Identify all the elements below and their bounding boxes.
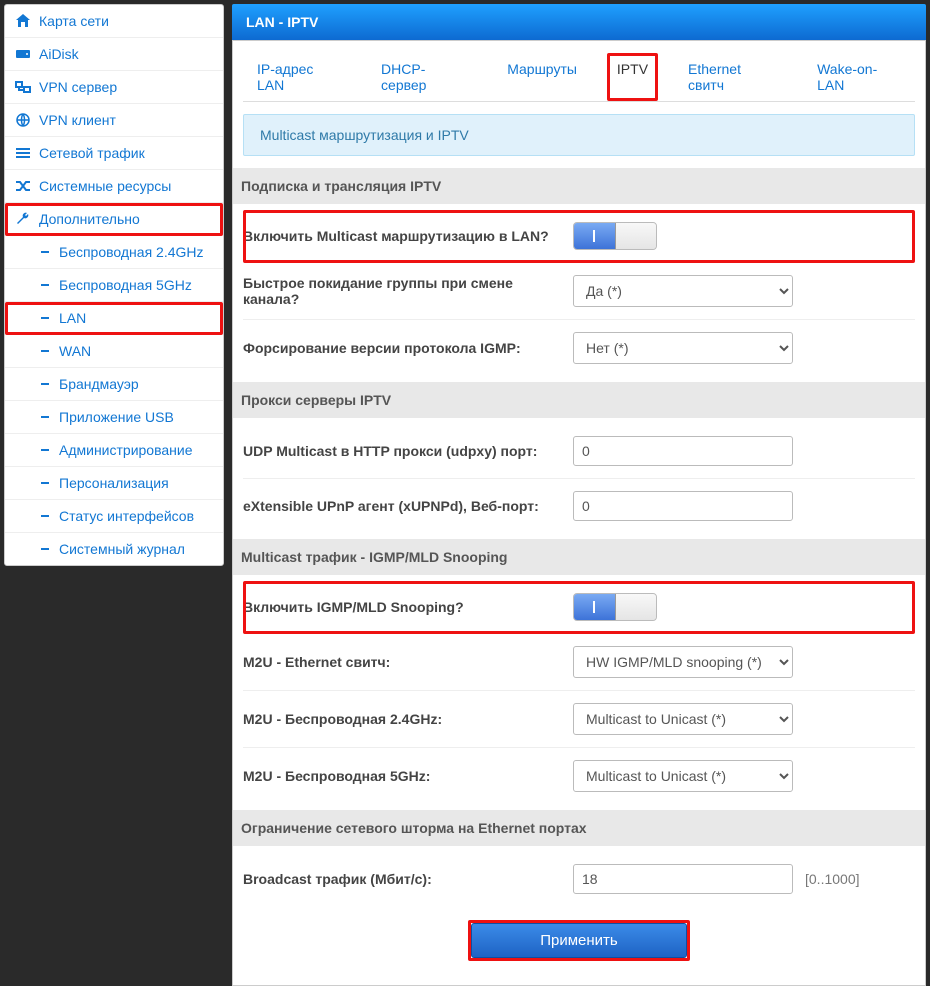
- sidebar-item-firewall[interactable]: Брандмауэр: [5, 368, 223, 401]
- label-fast-leave: Быстрое покидание группы при смене канал…: [243, 275, 573, 307]
- tab-dhcp[interactable]: DHCP-сервер: [371, 53, 477, 101]
- dash-icon: [41, 416, 49, 418]
- section-snooping: Multicast трафик - IGMP/MLD Snooping: [233, 539, 925, 575]
- disk-icon: [15, 46, 31, 62]
- label-xupnpd-port: eXtensible UPnP агент (xUPNPd), Веб-порт…: [243, 498, 573, 514]
- sidebar-item-traffic[interactable]: Сетевой трафик: [5, 137, 223, 170]
- sidebar-item-wireless-5[interactable]: Беспроводная 5GHz: [5, 269, 223, 302]
- tab-routes[interactable]: Маршруты: [497, 53, 587, 101]
- sidebar-item-label: Статус интерфейсов: [59, 508, 194, 524]
- sidebar-item-administration[interactable]: Администрирование: [5, 434, 223, 467]
- toggle-multicast-routing[interactable]: [573, 222, 657, 250]
- tab-eth-switch[interactable]: Ethernet свитч: [678, 53, 787, 101]
- tabs: IP-адрес LAN DHCP-сервер Маршруты IPTV E…: [243, 41, 915, 102]
- sidebar-item-system-resources[interactable]: Системные ресурсы: [5, 170, 223, 203]
- dash-icon: [41, 515, 49, 517]
- row-xupnpd-port: eXtensible UPnP агент (xUPNPd), Веб-порт…: [243, 479, 915, 533]
- sidebar-item-label: Беспроводная 2.4GHz: [59, 244, 204, 260]
- row-udpxy-port: UDP Multicast в HTTP прокси (udpxy) порт…: [243, 424, 915, 479]
- sidebar-item-lan[interactable]: LAN: [5, 302, 223, 335]
- sidebar-item-aidisk[interactable]: AiDisk: [5, 38, 223, 71]
- select-m2u-5[interactable]: Multicast to Unicast (*): [573, 760, 793, 792]
- dash-icon: [41, 482, 49, 484]
- apply-button[interactable]: Применить: [471, 923, 687, 958]
- dash-icon: [41, 251, 49, 253]
- sidebar-item-usb-app[interactable]: Приложение USB: [5, 401, 223, 434]
- section-iptv-proxy: Прокси серверы IPTV: [233, 382, 925, 418]
- vpn-server-icon: [15, 79, 31, 95]
- sidebar-item-interface-status[interactable]: Статус интерфейсов: [5, 500, 223, 533]
- sidebar-item-label: Беспроводная 5GHz: [59, 277, 192, 293]
- page-title-bar: LAN - IPTV: [232, 4, 926, 40]
- row-m2u-5: M2U - Беспроводная 5GHz: Multicast to Un…: [243, 748, 915, 804]
- label-m2u-eth: M2U - Ethernet свитч:: [243, 654, 573, 670]
- sidebar-item-wireless-24[interactable]: Беспроводная 2.4GHz: [5, 236, 223, 269]
- input-broadcast-rate[interactable]: [573, 864, 793, 894]
- sidebar-item-network-map[interactable]: Карта сети: [5, 5, 223, 38]
- sidebar-item-label: Приложение USB: [59, 409, 174, 425]
- sidebar-item-label: Системный журнал: [59, 541, 185, 557]
- row-multicast-routing: Включить Multicast маршрутизацию в LAN?: [243, 210, 915, 263]
- info-box: Multicast маршрутизация и IPTV: [243, 114, 915, 156]
- input-udpxy-port[interactable]: [573, 436, 793, 466]
- sidebar-item-label: Администрирование: [59, 442, 193, 458]
- sidebar-item-label: AiDisk: [39, 46, 79, 62]
- row-m2u-24: M2U - Беспроводная 2.4GHz: Multicast to …: [243, 691, 915, 748]
- input-xupnpd-port[interactable]: [573, 491, 793, 521]
- label-igmp-version: Форсирование версии протокола IGMP:: [243, 340, 573, 356]
- tab-iptv[interactable]: IPTV: [607, 53, 658, 101]
- sidebar-item-label: Брандмауэр: [59, 376, 139, 392]
- shuffle-icon: [15, 178, 31, 194]
- sidebar-item-label: LAN: [59, 310, 86, 326]
- globe-icon: [15, 112, 31, 128]
- sidebar-item-label: VPN клиент: [39, 112, 116, 128]
- row-broadcast-rate: Broadcast трафик (Мбит/с): [0..1000]: [243, 852, 915, 906]
- row-igmp-version: Форсирование версии протокола IGMP: Нет …: [243, 320, 915, 376]
- sidebar-item-label: Персонализация: [59, 475, 169, 491]
- select-igmp-version[interactable]: Нет (*): [573, 332, 793, 364]
- toggle-igmp-snooping[interactable]: [573, 593, 657, 621]
- label-broadcast-rate: Broadcast трафик (Мбит/с):: [243, 871, 573, 887]
- sidebar-item-label: Дополнительно: [39, 211, 140, 227]
- dash-icon: [41, 383, 49, 385]
- dash-icon: [41, 548, 49, 550]
- home-icon: [15, 13, 31, 29]
- sidebar-item-label: VPN сервер: [39, 79, 117, 95]
- sidebar-item-system-log[interactable]: Системный журнал: [5, 533, 223, 565]
- label-udpxy-port: UDP Multicast в HTTP прокси (udpxy) порт…: [243, 443, 573, 459]
- sidebar-item-vpn-client[interactable]: VPN клиент: [5, 104, 223, 137]
- tab-lan-ip[interactable]: IP-адрес LAN: [247, 53, 351, 101]
- dash-icon: [41, 449, 49, 451]
- section-iptv-sub: Подписка и трансляция IPTV: [233, 168, 925, 204]
- sidebar-item-label: Карта сети: [39, 13, 109, 29]
- label-m2u-5: M2U - Беспроводная 5GHz:: [243, 768, 573, 784]
- hint-broadcast-range: [0..1000]: [805, 871, 860, 887]
- sidebar-item-advanced[interactable]: Дополнительно: [5, 203, 223, 236]
- select-m2u-24[interactable]: Multicast to Unicast (*): [573, 703, 793, 735]
- select-m2u-eth[interactable]: HW IGMP/MLD snooping (*): [573, 646, 793, 678]
- sidebar-item-label: WAN: [59, 343, 91, 359]
- dash-icon: [41, 317, 49, 319]
- sidebar-item-label: Системные ресурсы: [39, 178, 171, 194]
- select-fast-leave[interactable]: Да (*): [573, 275, 793, 307]
- label-igmp-snooping: Включить IGMP/MLD Snooping?: [243, 599, 573, 615]
- sidebar-item-label: Сетевой трафик: [39, 145, 145, 161]
- row-igmp-snooping: Включить IGMP/MLD Snooping?: [243, 581, 915, 634]
- row-m2u-eth: M2U - Ethernet свитч: HW IGMP/MLD snoopi…: [243, 634, 915, 691]
- label-m2u-24: M2U - Беспроводная 2.4GHz:: [243, 711, 573, 727]
- row-fast-leave: Быстрое покидание группы при смене канал…: [243, 263, 915, 320]
- bars-icon: [15, 145, 31, 161]
- wrench-icon: [15, 211, 31, 227]
- sidebar: Карта сети AiDisk VPN сервер VPN клиент …: [0, 0, 228, 860]
- section-storm: Ограничение сетевого шторма на Ethernet …: [233, 810, 925, 846]
- sidebar-item-wan[interactable]: WAN: [5, 335, 223, 368]
- dash-icon: [41, 284, 49, 286]
- page-title: LAN - IPTV: [246, 14, 318, 30]
- sidebar-item-vpn-server[interactable]: VPN сервер: [5, 71, 223, 104]
- label-multicast-routing: Включить Multicast маршрутизацию в LAN?: [243, 228, 573, 244]
- sidebar-item-personalization[interactable]: Персонализация: [5, 467, 223, 500]
- tab-wol[interactable]: Wake-on-LAN: [807, 53, 911, 101]
- dash-icon: [41, 350, 49, 352]
